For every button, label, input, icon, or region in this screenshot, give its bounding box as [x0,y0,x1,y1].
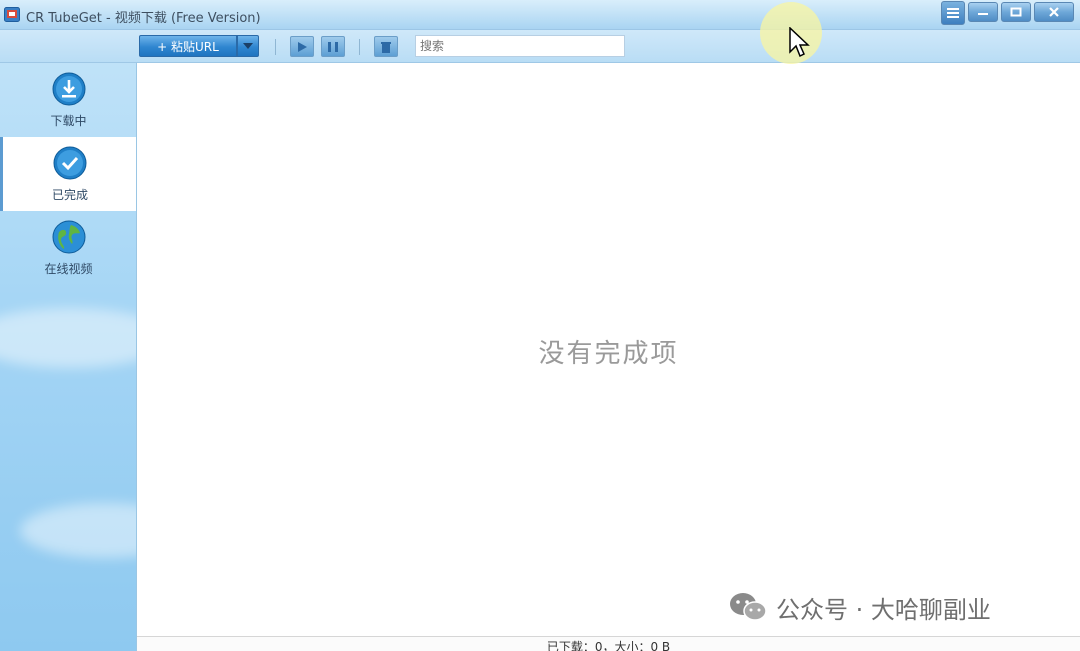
toolbar-divider [275,39,276,55]
paste-url-button[interactable]: + 粘贴URL [139,35,237,57]
title-bar: CR TubeGet - 视频下载 (Free Version) [0,0,1080,30]
delete-button[interactable] [374,36,398,57]
minimize-icon [978,13,988,15]
watermark: 公众号 · 大哈聊副业 [728,590,991,624]
check-icon [53,146,87,180]
sidebar: 下载中 已完成 在线视频 [0,63,137,651]
empty-state-message: 没有完成项 [538,339,679,369]
main-content: 没有完成项 [137,63,1080,636]
search-input[interactable] [415,35,625,57]
status-bar: 已下载：0，大小：0 B [137,636,1080,651]
hamburger-icon [947,8,959,18]
toolbar-divider [359,39,360,55]
status-text: 已下载：0，大小：0 B [546,640,671,651]
globe-icon [52,220,85,254]
maximize-button[interactable] [1001,2,1031,22]
cloud-decoration [0,308,136,368]
watermark-text: 公众号 · 大哈聊副业 [776,595,991,624]
mouse-cursor-icon [789,27,810,58]
close-icon [1049,7,1059,17]
close-button[interactable] [1034,2,1074,22]
pause-icon [328,41,338,52]
paste-url-dropdown[interactable] [237,35,259,57]
sidebar-item-label: 在线视频 [44,262,93,276]
sidebar-item-label: 下载中 [50,114,87,128]
maximize-icon [1010,7,1022,17]
pause-button[interactable] [321,36,345,57]
wechat-icon [730,593,767,621]
minimize-button[interactable] [968,2,998,22]
window-title: CR TubeGet - 视频下载 (Free Version) [26,11,261,26]
window-controls [941,1,1074,25]
menu-button[interactable] [941,1,965,25]
sidebar-item-label: 已完成 [51,188,88,202]
sidebar-item-online-video[interactable]: 在线视频 [0,211,136,285]
trash-icon [381,41,391,53]
play-icon [298,41,307,52]
chevron-down-icon [243,43,253,49]
sidebar-item-downloading[interactable]: 下载中 [0,63,136,137]
cloud-decoration [20,503,136,558]
sidebar-item-completed[interactable]: 已完成 [0,137,136,211]
download-icon [52,72,85,106]
start-button[interactable] [290,36,314,57]
toolbar: + 粘贴URL [0,30,1080,63]
app-logo-icon [4,7,20,22]
